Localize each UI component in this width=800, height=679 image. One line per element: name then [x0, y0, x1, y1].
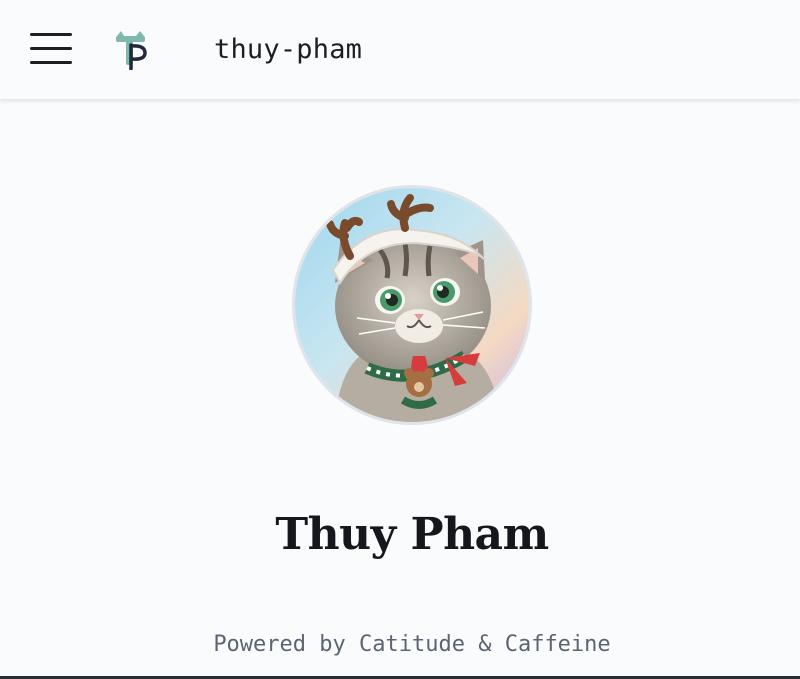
menu-line — [30, 33, 72, 36]
menu-line — [30, 47, 72, 50]
site-name-link[interactable]: thuy-pham — [214, 30, 362, 70]
powered-by-text: Powered by Catitude & Caffeine — [213, 632, 611, 657]
logo-icon[interactable] — [114, 30, 150, 71]
cat-avatar-image — [295, 188, 529, 422]
tp-cat-logo-icon — [116, 31, 147, 71]
author-name: Thuy Pham — [275, 509, 549, 561]
menu-line — [30, 61, 72, 64]
avatar — [292, 185, 532, 425]
top-navigation-bar: thuy-pham — [0, 0, 800, 100]
hamburger-menu-icon[interactable] — [30, 33, 72, 67]
